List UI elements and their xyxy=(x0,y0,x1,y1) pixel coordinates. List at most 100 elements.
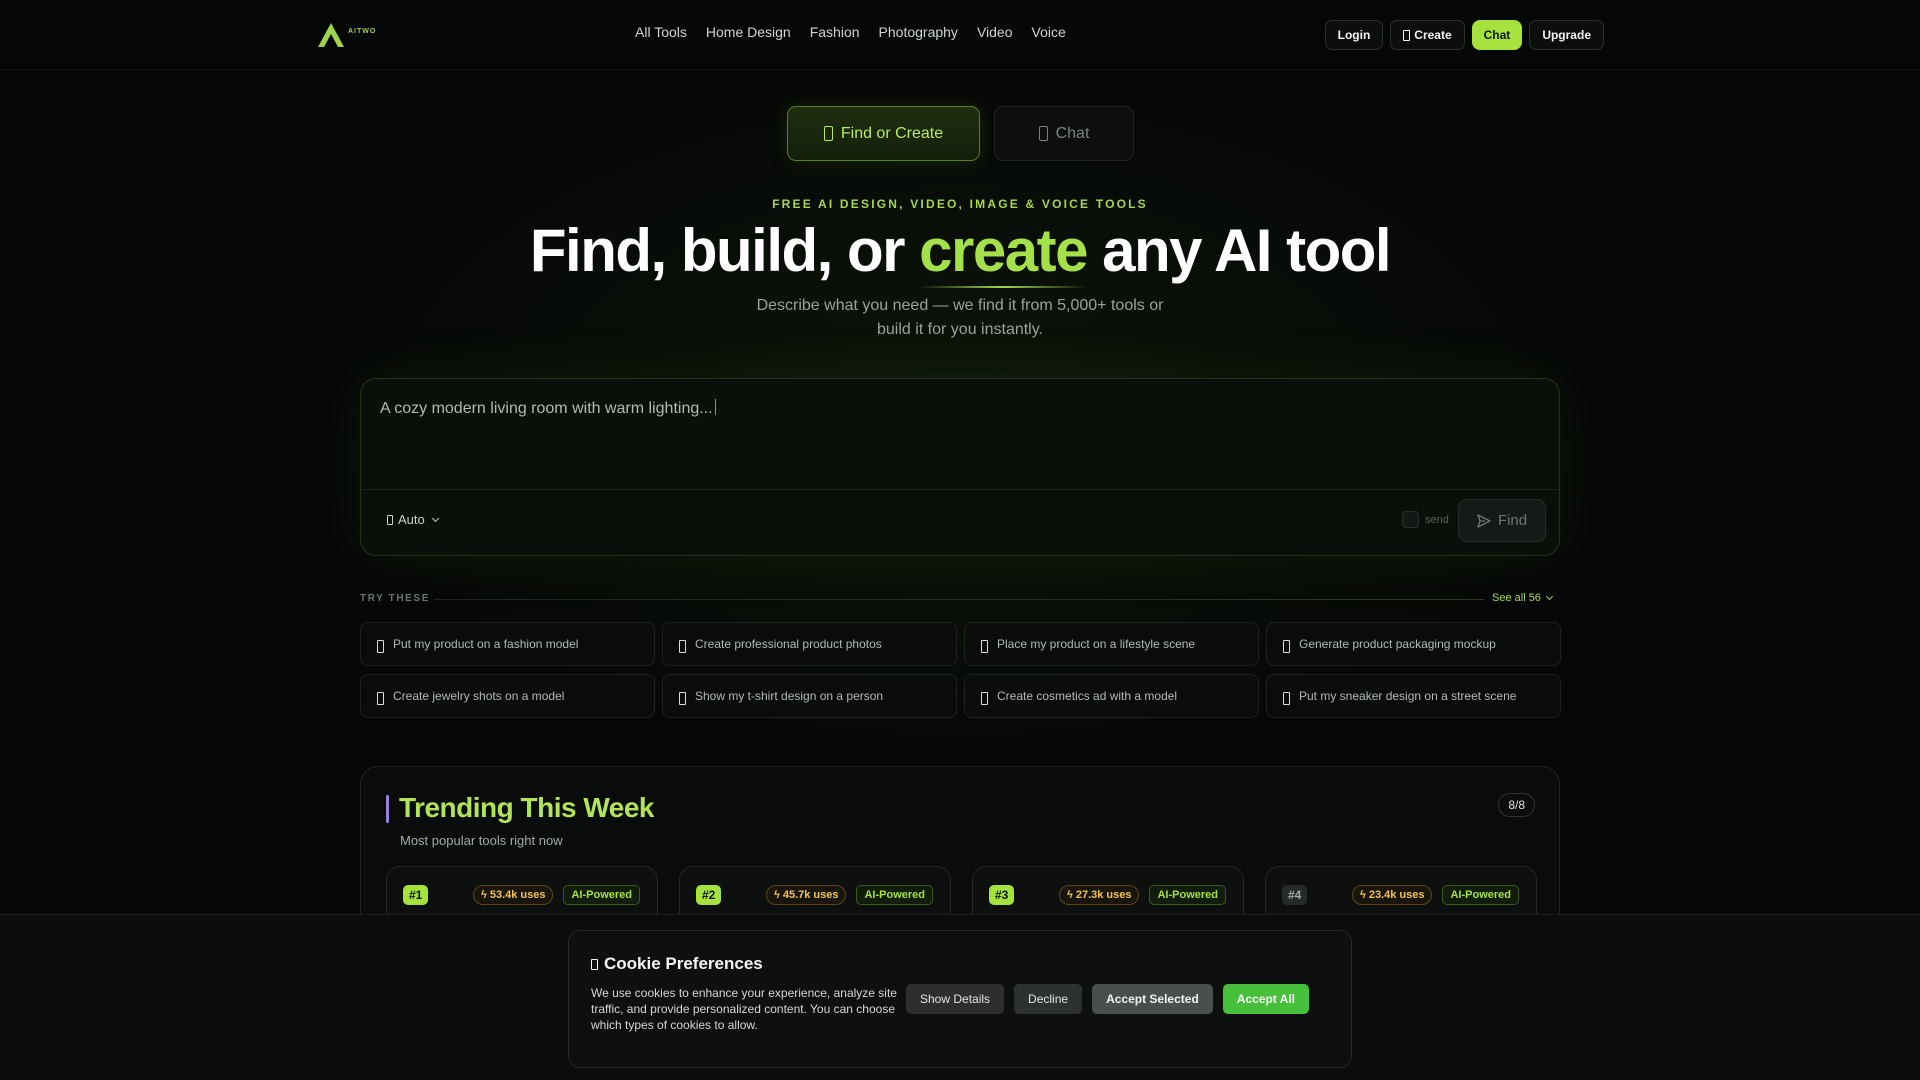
prompt-box: A cozy modern living room with warm ligh… xyxy=(360,378,1560,556)
tab-chat-label: Chat xyxy=(1055,124,1090,142)
nav-link-all-tools[interactable]: All Tools xyxy=(635,24,687,40)
send-hint-label: send xyxy=(1425,513,1449,526)
suggestion-chip[interactable]: Generate product packaging mockup xyxy=(1266,622,1561,666)
lightning-icon: ϟ xyxy=(1067,889,1073,901)
cookie-description: We use cookies to enhance your experienc… xyxy=(591,986,897,1032)
ai-powered-badge: AI-Powered xyxy=(563,885,640,905)
suggestion-chip[interactable]: Place my product on a lifestyle scene xyxy=(964,622,1259,666)
see-all-label: See all 56 xyxy=(1492,592,1541,604)
suggestion-icon xyxy=(377,691,384,705)
upgrade-label: Upgrade xyxy=(1542,28,1591,42)
suggestion-icon xyxy=(1283,639,1290,653)
accept-selected-button[interactable]: Accept Selected xyxy=(1092,984,1213,1014)
cookie-title-label: Cookie Preferences xyxy=(604,954,763,973)
find-icon xyxy=(823,126,833,141)
cookie-actions: Show Details Decline Accept Selected Acc… xyxy=(906,984,1310,1014)
ai-powered-badge: AI-Powered xyxy=(856,885,933,905)
find-button[interactable]: Find xyxy=(1458,499,1546,542)
suggestion-chip[interactable]: Put my product on a fashion model xyxy=(360,622,655,666)
create-label: Create xyxy=(1414,28,1452,42)
chevron-down-icon xyxy=(1545,592,1553,601)
chip-label: Show my t-shirt design on a person xyxy=(695,689,884,703)
chip-label: Create professional product photos xyxy=(695,637,882,651)
show-details-button[interactable]: Show Details xyxy=(906,984,1005,1014)
headline-part-1: Find, build, or xyxy=(529,217,920,284)
upgrade-button[interactable]: Upgrade xyxy=(1529,20,1604,50)
cookie-title: Cookie Preferences xyxy=(591,954,763,974)
chat-button[interactable]: Chat xyxy=(1471,20,1523,50)
find-label: Find xyxy=(1497,512,1528,529)
suggestion-chip[interactable]: Create cosmetics ad with a model xyxy=(964,674,1259,718)
suggestion-chip[interactable]: Put my sneaker design on a street scene xyxy=(1266,674,1561,718)
trending-count-badge: 8/8 xyxy=(1498,793,1535,817)
create-button[interactable]: Create xyxy=(1390,20,1465,50)
tab-find-or-create[interactable]: Find or Create xyxy=(787,106,980,161)
see-all-link[interactable]: See all 56 xyxy=(1492,592,1553,604)
suggestion-icon xyxy=(981,691,988,705)
suggestion-chip[interactable]: Create professional product photos xyxy=(662,622,957,666)
trending-accent-bar xyxy=(386,795,389,823)
chat-label: Chat xyxy=(1483,28,1511,42)
suggestion-chip[interactable]: Show my t-shirt design on a person xyxy=(662,674,957,718)
uses-label: 45.7k uses xyxy=(782,889,839,901)
rank-badge: #1 xyxy=(403,885,429,905)
hero-eyebrow: FREE AI DESIGN, VIDEO, IMAGE & VOICE TOO… xyxy=(772,197,1148,211)
cookie-panel: Cookie Preferences We use cookies to enh… xyxy=(568,930,1352,1068)
lightning-icon: ϟ xyxy=(774,889,780,901)
chip-label: Put my sneaker design on a street scene xyxy=(1299,689,1517,703)
send-icon xyxy=(1477,513,1491,528)
trending-subtitle: Most popular tools right now xyxy=(400,833,563,848)
prompt-input[interactable]: A cozy modern living room with warm ligh… xyxy=(380,399,716,418)
top-nav: AITWO All Tools Home Design Fashion Phot… xyxy=(0,0,1920,70)
nav-link-voice[interactable]: Voice xyxy=(1032,24,1066,40)
cookie-banner: Cookie Preferences We use cookies to enh… xyxy=(0,914,1920,1080)
uses-label: 53.4k uses xyxy=(489,889,546,901)
rank-badge: #4 xyxy=(1282,885,1308,905)
mode-select-value: Auto xyxy=(398,512,425,527)
chip-label: Place my product on a lifestyle scene xyxy=(997,637,1196,651)
lightning-icon: ϟ xyxy=(481,889,487,901)
suggestion-icon xyxy=(981,639,988,653)
uses-label: 27.3k uses xyxy=(1075,889,1132,901)
logo[interactable]: AITWO xyxy=(316,20,376,50)
accept-all-button[interactable]: Accept All xyxy=(1222,984,1310,1014)
hero-headline: Find, build, or create any AI tool xyxy=(0,216,1920,285)
chevron-down-icon xyxy=(431,514,439,522)
try-these-divider xyxy=(434,599,1484,600)
nav-link-fashion[interactable]: Fashion xyxy=(810,24,860,40)
send-hint: send xyxy=(1402,511,1449,528)
nav-link-video[interactable]: Video xyxy=(977,24,1013,40)
ai-powered-badge: AI-Powered xyxy=(1149,885,1226,905)
nav-actions: Login Create Chat Upgrade xyxy=(1324,20,1604,50)
login-button[interactable]: Login xyxy=(1324,20,1384,50)
prompt-value: A cozy modern living room with warm ligh… xyxy=(380,400,713,417)
text-caret xyxy=(714,399,716,415)
headline-part-2: any AI tool xyxy=(1086,217,1391,284)
nav-links: All Tools Home Design Fashion Photograph… xyxy=(635,24,1066,40)
tab-find-label: Find or Create xyxy=(840,124,944,142)
chip-label: Create cosmetics ad with a model xyxy=(997,689,1178,703)
mode-select[interactable]: Auto xyxy=(387,512,439,527)
mode-toggle: Find or Create Chat xyxy=(787,106,1134,161)
cookie-icon xyxy=(591,958,598,970)
try-these-label: TRY THESE xyxy=(360,593,430,604)
headline-accent: create xyxy=(919,217,1088,284)
enter-key-icon xyxy=(1402,511,1419,528)
suggestion-chip[interactable]: Create jewelry shots on a model xyxy=(360,674,655,718)
prompt-divider xyxy=(361,489,1559,490)
lightning-icon: ϟ xyxy=(1360,889,1366,901)
logo-mark-icon xyxy=(318,23,344,47)
chat-icon xyxy=(1038,126,1048,141)
suggestion-icon xyxy=(679,691,686,705)
decline-button[interactable]: Decline xyxy=(1014,984,1083,1014)
create-icon xyxy=(1403,29,1411,41)
rank-badge: #2 xyxy=(696,885,722,905)
tab-chat[interactable]: Chat xyxy=(994,106,1134,161)
nav-link-home-design[interactable]: Home Design xyxy=(706,24,791,40)
suggestion-icon xyxy=(377,639,384,653)
nav-link-photography[interactable]: Photography xyxy=(879,24,958,40)
chip-label: Generate product packaging mockup xyxy=(1299,637,1496,651)
suggestion-chips: Put my product on a fashion model Create… xyxy=(360,622,1561,718)
suggestion-icon xyxy=(679,639,686,653)
mode-icon xyxy=(387,514,393,525)
